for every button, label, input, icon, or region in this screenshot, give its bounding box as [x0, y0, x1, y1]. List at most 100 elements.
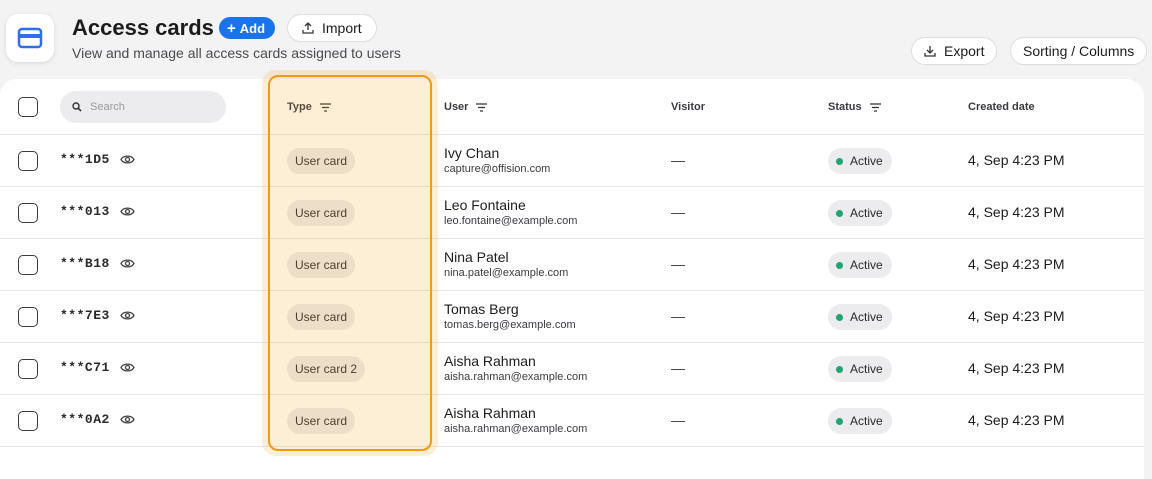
column-header-type[interactable]: Type — [287, 79, 331, 135]
column-header-user-label: User — [444, 101, 469, 113]
card-id: ***0A2 — [60, 412, 110, 427]
user-cell: Ivy Chan capture@offision.com — [444, 145, 550, 176]
column-header-user[interactable]: User — [444, 79, 488, 135]
row-checkbox[interactable] — [18, 359, 38, 379]
eye-icon[interactable] — [120, 154, 135, 165]
user-email: leo.fontaine@example.com — [444, 215, 578, 227]
add-button-label: Add — [239, 20, 266, 36]
page-subtitle: View and manage all access cards assigne… — [72, 45, 401, 61]
created-date: 4, Sep 4:23 PM — [968, 152, 1065, 168]
filter-icon[interactable] — [476, 102, 488, 112]
card-id: ***7E3 — [60, 308, 110, 323]
status-dot-icon — [836, 261, 843, 269]
eye-icon[interactable] — [120, 206, 135, 217]
column-header-visitor[interactable]: Visitor — [671, 79, 705, 135]
type-badge: User card — [287, 252, 356, 278]
search-input[interactable] — [88, 100, 218, 114]
table-row[interactable]: ***1D5 User card Ivy Chan capture@offisi… — [0, 135, 1144, 187]
table-row[interactable]: ***7E3 User card Tomas Berg tomas.berg@e… — [0, 291, 1144, 343]
created-date: 4, Sep 4:23 PM — [968, 360, 1065, 376]
created-date: 4, Sep 4:23 PM — [968, 256, 1065, 272]
created-date: 4, Sep 4:23 PM — [968, 204, 1065, 220]
export-button[interactable]: Export — [911, 37, 998, 65]
status-dot-icon — [836, 417, 843, 425]
eye-icon[interactable] — [120, 258, 135, 269]
card-icon — [17, 27, 43, 49]
status-badge: Active — [828, 200, 892, 226]
upload-icon — [302, 22, 314, 34]
created-date: 4, Sep 4:23 PM — [968, 412, 1065, 428]
user-name: Aisha Rahman — [444, 405, 536, 421]
user-cell: Leo Fontaine leo.fontaine@example.com — [444, 197, 577, 228]
row-checkbox[interactable] — [18, 203, 38, 223]
table-row[interactable]: ***013 User card Leo Fontaine leo.fontai… — [0, 187, 1144, 239]
table-row[interactable]: ***B18 User card Nina Patel nina.patel@e… — [0, 239, 1144, 291]
status-dot-icon — [836, 313, 843, 321]
status-dot-icon — [836, 157, 843, 165]
visitor-cell: — — [671, 412, 685, 428]
user-cell: Tomas Berg tomas.berg@example.com — [444, 301, 576, 332]
visitor-cell: — — [671, 152, 685, 168]
visitor-cell: — — [671, 256, 685, 272]
user-email: nina.patel@example.com — [444, 267, 569, 279]
status-badge: Active — [828, 304, 892, 330]
status-label: Active — [850, 310, 883, 324]
visitor-cell: — — [671, 308, 685, 324]
column-header-type-label: Type — [287, 101, 312, 113]
card-id-cell: ***0A2 — [60, 412, 135, 427]
add-button[interactable]: + Add — [219, 17, 276, 39]
search-box — [60, 91, 226, 123]
column-header-status[interactable]: Status — [828, 79, 881, 135]
card-id: ***C71 — [60, 360, 110, 375]
type-badge: User card 2 — [287, 356, 366, 382]
column-header-created[interactable]: Created date — [968, 79, 1035, 135]
visitor-cell: — — [671, 204, 685, 220]
table-row[interactable]: ***C71 User card 2 Aisha Rahman aisha.ra… — [0, 343, 1144, 395]
app-icon — [6, 14, 54, 62]
card-id: ***B18 — [60, 256, 110, 271]
user-cell: Aisha Rahman aisha.rahman@example.com — [444, 405, 587, 436]
access-cards-table: Type User Visitor Status Created date * — [0, 79, 1144, 479]
select-all-checkbox[interactable] — [18, 97, 38, 117]
eye-icon[interactable] — [120, 310, 135, 321]
visitor-cell: — — [671, 360, 685, 376]
column-header-visitor-label: Visitor — [671, 101, 706, 113]
eye-icon[interactable] — [120, 362, 135, 373]
row-checkbox[interactable] — [18, 255, 38, 275]
plus-icon: + — [227, 19, 236, 37]
column-header-status-label: Status — [828, 101, 862, 113]
type-badge: User card — [287, 304, 356, 330]
user-name: Aisha Rahman — [444, 353, 536, 369]
created-date: 4, Sep 4:23 PM — [968, 308, 1065, 324]
user-name: Ivy Chan — [444, 145, 500, 161]
status-label: Active — [850, 206, 883, 220]
user-name: Nina Patel — [444, 249, 509, 265]
status-badge: Active — [828, 408, 892, 434]
row-checkbox[interactable] — [18, 411, 38, 431]
status-badge: Active — [828, 356, 892, 382]
card-id-cell: ***1D5 — [60, 152, 135, 167]
eye-icon[interactable] — [120, 414, 135, 425]
user-cell: Aisha Rahman aisha.rahman@example.com — [444, 353, 587, 384]
type-badge: User card — [287, 148, 356, 174]
import-button[interactable]: Import — [287, 14, 377, 42]
filter-icon[interactable] — [319, 102, 331, 112]
card-id-cell: ***C71 — [60, 360, 135, 375]
card-id: ***013 — [60, 204, 110, 219]
sorting-columns-label: Sorting / Columns — [1023, 43, 1135, 59]
row-checkbox[interactable] — [18, 151, 38, 171]
user-name: Leo Fontaine — [444, 197, 526, 213]
search-icon — [72, 102, 82, 112]
user-name: Tomas Berg — [444, 301, 519, 317]
row-checkbox[interactable] — [18, 307, 38, 327]
sorting-columns-button[interactable]: Sorting / Columns — [1010, 37, 1148, 65]
status-dot-icon — [836, 365, 843, 373]
status-label: Active — [850, 154, 883, 168]
filter-icon[interactable] — [869, 102, 881, 112]
status-label: Active — [850, 362, 883, 376]
table-header-row: Type User Visitor Status Created date — [0, 79, 1144, 135]
page-title: Access cards — [72, 15, 214, 40]
table-row[interactable]: ***0A2 User card Aisha Rahman aisha.rahm… — [0, 395, 1144, 447]
status-label: Active — [850, 414, 883, 428]
user-email: tomas.berg@example.com — [444, 319, 576, 331]
